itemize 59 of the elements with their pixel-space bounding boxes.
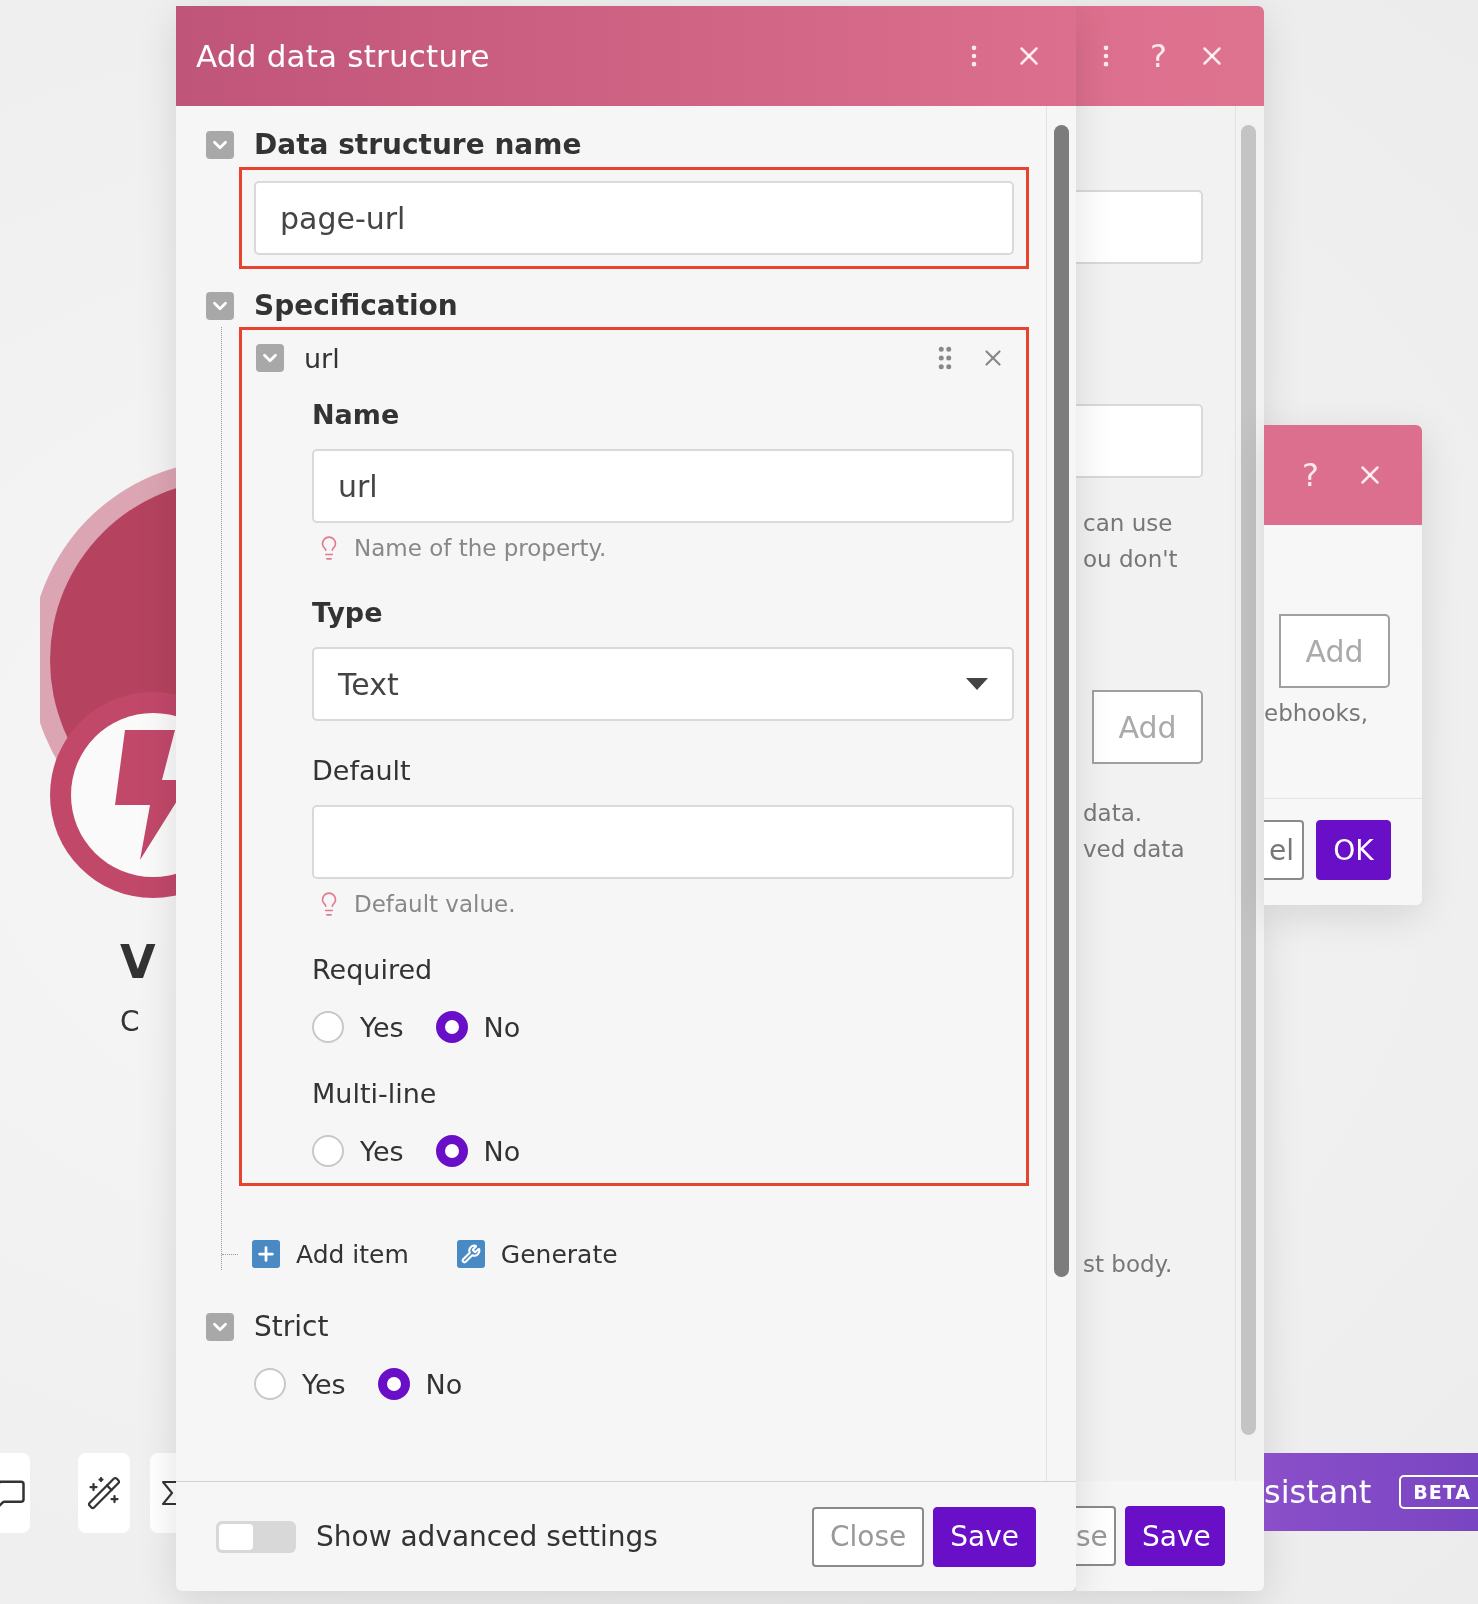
scrollbar[interactable] (1241, 125, 1256, 1435)
item-title: url (304, 342, 341, 374)
wrench-icon (456, 1240, 485, 1268)
field-hint: Name of the property. (354, 535, 607, 561)
save-button[interactable]: Save (933, 1506, 1036, 1567)
collapse-toggle[interactable] (256, 344, 284, 372)
input-field[interactable] (312, 805, 1014, 879)
radio[interactable] (312, 1011, 344, 1043)
help-text: st body. (1082, 1250, 1174, 1279)
radio-option[interactable]: Yes (312, 1135, 404, 1167)
field-label: Required (312, 953, 433, 987)
radio-option[interactable]: No (435, 1011, 521, 1043)
radio[interactable] (254, 1368, 286, 1400)
speech-bubble-icon (0, 1478, 26, 1508)
dialog-title: Add data structure (196, 38, 491, 74)
field-label: Default (312, 754, 411, 788)
field-hint: Default value. (354, 891, 516, 917)
assistant-label: sistant (1264, 1473, 1372, 1511)
radio-option[interactable]: Yes (254, 1368, 346, 1400)
toggle-switch[interactable] (216, 1520, 296, 1553)
radio-option[interactable]: Yes (312, 1011, 404, 1043)
input-field[interactable] (1076, 190, 1203, 264)
radio-selected[interactable] (435, 1011, 468, 1043)
cancel-button[interactable]: el (1264, 820, 1304, 880)
field-label: Name (312, 398, 400, 432)
toolbar-button[interactable] (78, 1453, 130, 1533)
help-text: data. ved data (1082, 799, 1186, 864)
radio-selected[interactable] (435, 1135, 468, 1167)
generate-button[interactable]: Generate (456, 1239, 618, 1269)
assistant-button[interactable]: sistant BETA (1264, 1453, 1478, 1531)
module-title: V (120, 935, 156, 989)
add-item-button[interactable]: Add item (252, 1239, 409, 1269)
help-text: can use ou don't (1082, 509, 1179, 574)
module-subtitle: C (120, 1005, 140, 1038)
toggle-label: Show advanced settings (316, 1520, 659, 1553)
field-label: Type (312, 596, 383, 630)
collapse-toggle[interactable] (206, 292, 234, 320)
section-label: Specification (254, 289, 458, 323)
ok-button[interactable]: OK (1316, 820, 1391, 880)
radio[interactable] (312, 1135, 344, 1167)
plus-icon (252, 1240, 280, 1268)
scrollbar[interactable] (1054, 125, 1069, 1277)
section-label: Strict (254, 1310, 329, 1344)
radio-selected[interactable] (377, 1368, 410, 1400)
magic-wand-icon (86, 1475, 122, 1511)
help-text: ebhooks, (1264, 700, 1370, 726)
radio-option[interactable]: No (435, 1135, 521, 1167)
section-label: Data structure name (254, 128, 582, 162)
beta-badge: BETA (1399, 1475, 1478, 1509)
input-field[interactable] (1076, 404, 1203, 478)
collapse-toggle[interactable] (206, 131, 234, 159)
save-button[interactable]: Save (1125, 1506, 1225, 1566)
collapse-toggle[interactable] (206, 1313, 234, 1341)
input-field[interactable]: url (312, 449, 1014, 523)
field-label: Multi-line (312, 1077, 437, 1111)
caret-icon (966, 678, 988, 690)
select-field[interactable]: Text (312, 647, 1014, 721)
radio-option[interactable]: No (377, 1368, 463, 1400)
input-field[interactable]: page-url (254, 181, 1014, 255)
